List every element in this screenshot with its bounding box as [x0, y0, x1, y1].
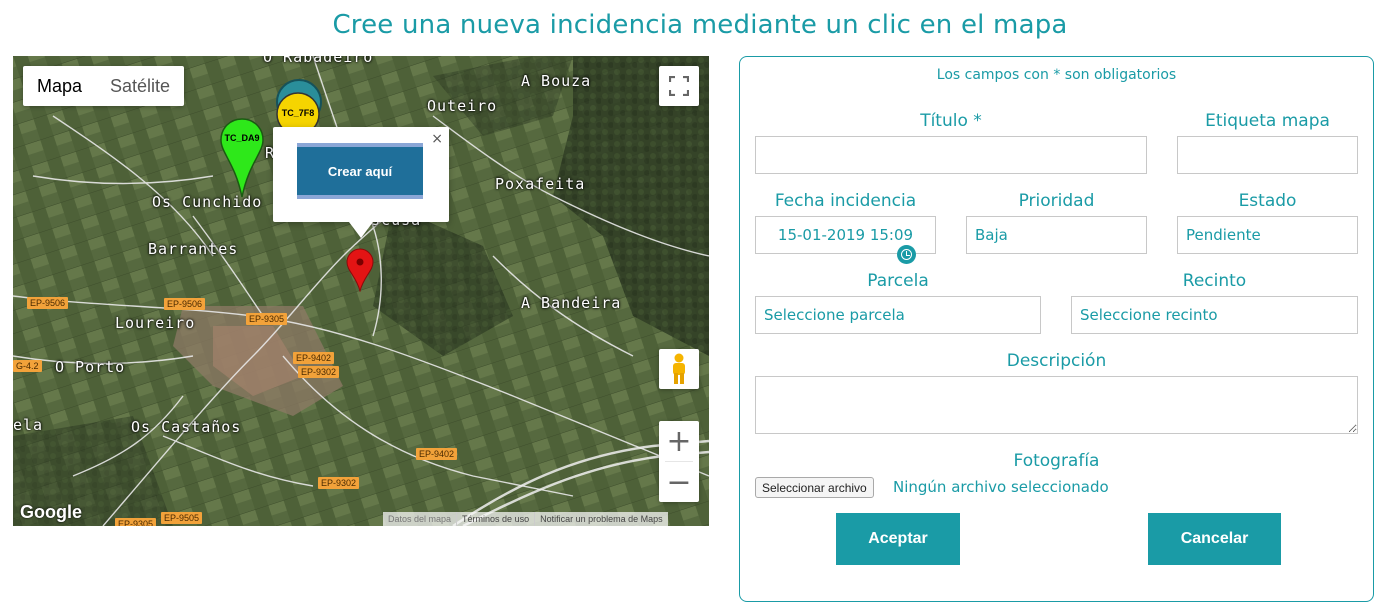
etiqueta-input[interactable] [1177, 136, 1358, 174]
place-label: A Bouza [521, 72, 592, 90]
zoom-control: + − [659, 421, 699, 502]
create-here-button[interactable]: Crear aquí [297, 143, 423, 199]
road-label: EP-9305 [115, 518, 157, 526]
descripcion-textarea[interactable] [755, 376, 1358, 434]
prioridad-select[interactable]: Baja [966, 216, 1147, 254]
place-label: Os Castaños [131, 418, 242, 436]
fecha-label: Fecha incidencia [774, 191, 917, 211]
place-label: Outeiro [427, 97, 498, 115]
place-label: O Rabadeiro [263, 56, 374, 66]
cancel-button[interactable]: Cancelar [1148, 513, 1281, 565]
parcela-select[interactable]: Seleccione parcela [755, 296, 1041, 334]
road-label: EP-9506 [27, 297, 69, 309]
red-pin-icon[interactable] [346, 248, 374, 292]
parcela-label: Parcela [867, 271, 929, 291]
road-label: EP-9305 [246, 313, 288, 325]
file-status: Ningún archivo seleccionado [893, 478, 1109, 496]
zoom-in-button[interactable]: + [659, 421, 699, 461]
map-data-credit: Datos del mapa [388, 514, 452, 524]
estado-label: Estado [1238, 191, 1297, 211]
fullscreen-button[interactable] [659, 66, 699, 106]
zoom-out-button[interactable]: − [659, 462, 699, 502]
page-title: Cree una nueva incidencia mediante un cl… [332, 10, 1068, 40]
create-popup: Crear aquí × [273, 127, 449, 238]
place-label: O Porto [55, 358, 126, 376]
required-note: Los campos con * son obligatorios [936, 67, 1177, 83]
fotografia-label: Fotografía [1013, 451, 1100, 471]
place-label: ela [13, 416, 44, 434]
terms-link[interactable]: Términos de uso [456, 512, 534, 526]
map-footer: Datos del mapa Términos de uso Notificar… [383, 512, 668, 526]
map-type-control: Mapa Satélite [23, 66, 185, 106]
accept-button[interactable]: Aceptar [836, 513, 960, 565]
road-label: EP-9302 [298, 366, 340, 378]
etiqueta-label: Etiqueta mapa [1205, 111, 1330, 131]
select-file-button[interactable]: Seleccionar archivo [755, 477, 874, 498]
pegman-icon [673, 353, 685, 384]
place-label: A Bandeira [521, 294, 622, 312]
fullscreen-icon [669, 76, 689, 96]
marker-green[interactable]: TC_DA9 [219, 117, 265, 199]
marker-label: TC_DA9 [224, 133, 260, 143]
map-type-map-button[interactable]: Mapa [23, 66, 96, 106]
road-label: EP-9402 [293, 352, 335, 364]
road-label: EP-9402 [416, 448, 458, 460]
report-problem-link[interactable]: Notificar un problema de Maps [534, 512, 668, 526]
map-canvas[interactable]: Mapa Satélite + − O Rabadeiro A Bouza Ou… [13, 56, 709, 526]
prioridad-label: Prioridad [1018, 191, 1095, 211]
road-label: EP-9506 [164, 298, 206, 310]
marker-label: TC_7F8 [281, 108, 315, 118]
recinto-label: Recinto [1182, 271, 1247, 291]
street-view-pegman-button[interactable] [659, 349, 699, 389]
google-logo: Google [20, 502, 82, 522]
place-label: Poxafeita [495, 175, 586, 193]
map-pin-icon [220, 118, 264, 198]
descripcion-label: Descripción [1006, 351, 1107, 371]
road-label: EP-9302 [318, 477, 360, 489]
clock-icon[interactable] [897, 245, 916, 264]
place-label: Barrantes [148, 240, 239, 258]
incident-form: Los campos con * son obligatorios Título… [739, 56, 1374, 602]
popup-close-icon[interactable]: × [431, 131, 443, 147]
recinto-select[interactable]: Seleccione recinto [1071, 296, 1358, 334]
place-label: Loureiro [115, 314, 196, 332]
titulo-input[interactable] [755, 136, 1147, 174]
map-type-satellite-button[interactable]: Satélite [96, 66, 184, 106]
road-label: EP-9505 [161, 512, 203, 524]
road-label: G-4.2 [13, 360, 42, 372]
estado-select[interactable]: Pendiente [1177, 216, 1358, 254]
titulo-label: Título * [920, 111, 982, 131]
